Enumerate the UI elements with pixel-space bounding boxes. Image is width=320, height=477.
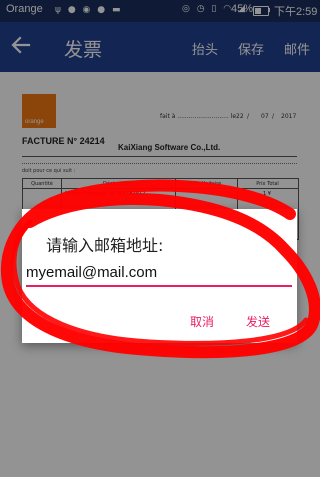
send-button[interactable]: 发送	[246, 313, 270, 330]
email-dialog: 请输入邮箱地址: 取消 发送	[22, 209, 297, 343]
dialog-title: 请输入邮箱地址:	[46, 236, 164, 255]
email-input[interactable]	[26, 259, 292, 287]
cancel-button[interactable]: 取消	[190, 313, 214, 330]
